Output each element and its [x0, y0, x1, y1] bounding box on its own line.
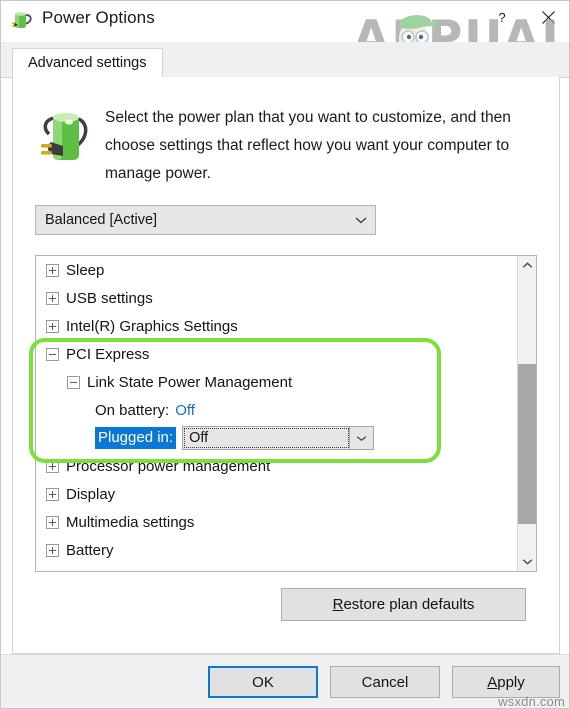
expand-plus-icon[interactable] [46, 263, 59, 277]
tree-item-label: Processor power management [66, 457, 271, 475]
chevron-down-icon[interactable] [518, 552, 536, 571]
plugged-in-combo[interactable]: Off [182, 426, 375, 450]
tree-item-label: PCI Express [66, 345, 150, 363]
tree-item-label: Multimedia settings [66, 513, 195, 531]
expand-plus-icon[interactable] [46, 487, 59, 501]
expand-plus-icon[interactable] [46, 291, 59, 305]
close-button[interactable] [525, 1, 569, 34]
cancel-label: Cancel [361, 673, 409, 691]
on-battery-label: On battery: [95, 401, 170, 419]
plugged-in-label: Plugged in: [95, 427, 177, 449]
help-button[interactable]: ? [479, 1, 525, 34]
restore-label-rest: estore plan defaults [343, 596, 475, 613]
tree-item-label: Display [66, 485, 116, 503]
ok-label: OK [252, 673, 274, 691]
tree-item-label: Sleep [66, 261, 105, 279]
svg-text:?: ? [498, 11, 505, 25]
restore-accel-letter: R [332, 596, 344, 613]
chevron-down-icon[interactable] [349, 427, 374, 449]
tree-item-on-battery[interactable]: On battery: Off [36, 396, 517, 424]
tab-label: Advanced settings [28, 55, 147, 71]
chevron-down-icon [347, 216, 375, 224]
power-options-dialog: Power Options ? APPUALS [0, 0, 570, 709]
window-title: Power Options [42, 8, 155, 27]
tab-advanced-settings[interactable]: Advanced settings [12, 48, 163, 77]
on-battery-value[interactable]: Off [175, 402, 195, 419]
dialog-description: Select the power plan that you want to c… [105, 109, 511, 182]
tree-item-label: Intel(R) Graphics Settings [66, 317, 238, 335]
ok-button[interactable]: OK [208, 666, 318, 698]
apply-accel-letter: A [487, 673, 498, 691]
expand-plus-icon[interactable] [46, 515, 59, 529]
battery-plug-icon [10, 7, 36, 33]
tree-item-list: Sleep USB settings Intel(R) Graphics Set… [36, 256, 517, 571]
title-bar: Power Options ? [1, 1, 569, 42]
tree-item-link-state-power-management[interactable]: Link State Power Management [36, 368, 517, 396]
dialog-content: Select the power plan that you want to c… [12, 77, 560, 654]
close-icon [541, 11, 555, 24]
plugged-in-value: Off [189, 430, 209, 446]
expand-plus-icon[interactable] [46, 459, 59, 473]
question-mark-icon: ? [498, 11, 505, 25]
collapse-minus-icon[interactable] [67, 375, 80, 389]
site-watermark: wsxdn.com [498, 694, 565, 709]
advanced-settings-tree: Sleep USB settings Intel(R) Graphics Set… [35, 255, 537, 572]
chevron-up-icon[interactable] [518, 256, 536, 275]
tree-item-plugged-in[interactable]: Plugged in: Off [36, 424, 517, 452]
tree-item-multimedia-settings[interactable]: Multimedia settings [36, 508, 517, 536]
cancel-button[interactable]: Cancel [330, 666, 440, 698]
tree-item-processor-power-management[interactable]: Processor power management [36, 452, 517, 480]
tree-item-label: Link State Power Management [87, 373, 293, 391]
scrollbar-thumb[interactable] [518, 364, 536, 524]
expand-plus-icon[interactable] [46, 543, 59, 557]
dialog-footer: OK Cancel Apply wsxdn.com [1, 654, 569, 709]
apply-label-rest: pply [497, 673, 525, 691]
tree-item-pci-express[interactable]: PCI Express [36, 340, 517, 368]
tree-item-usb-settings[interactable]: USB settings [36, 284, 517, 312]
tree-item-sleep[interactable]: Sleep [36, 256, 517, 284]
tree-item-battery[interactable]: Battery [36, 536, 517, 564]
power-plan-select[interactable]: Balanced [Active] [35, 205, 376, 235]
focus-outline [184, 428, 350, 448]
tab-strip: Advanced settings [1, 42, 569, 78]
collapse-minus-icon[interactable] [46, 347, 59, 361]
tree-item-display[interactable]: Display [36, 480, 517, 508]
title-bar-buttons: ? [479, 1, 569, 42]
restore-plan-defaults-button[interactable]: Restore plan defaults [281, 588, 526, 621]
power-plan-value: Balanced [Active] [45, 212, 158, 228]
tree-item-label: Battery [66, 541, 114, 559]
tree-scrollbar[interactable] [517, 256, 536, 571]
expand-plus-icon[interactable] [46, 319, 59, 333]
tree-item-label: USB settings [66, 289, 153, 307]
tree-item-intel-graphics-settings[interactable]: Intel(R) Graphics Settings [36, 312, 517, 340]
battery-plug-large-icon [37, 102, 95, 172]
